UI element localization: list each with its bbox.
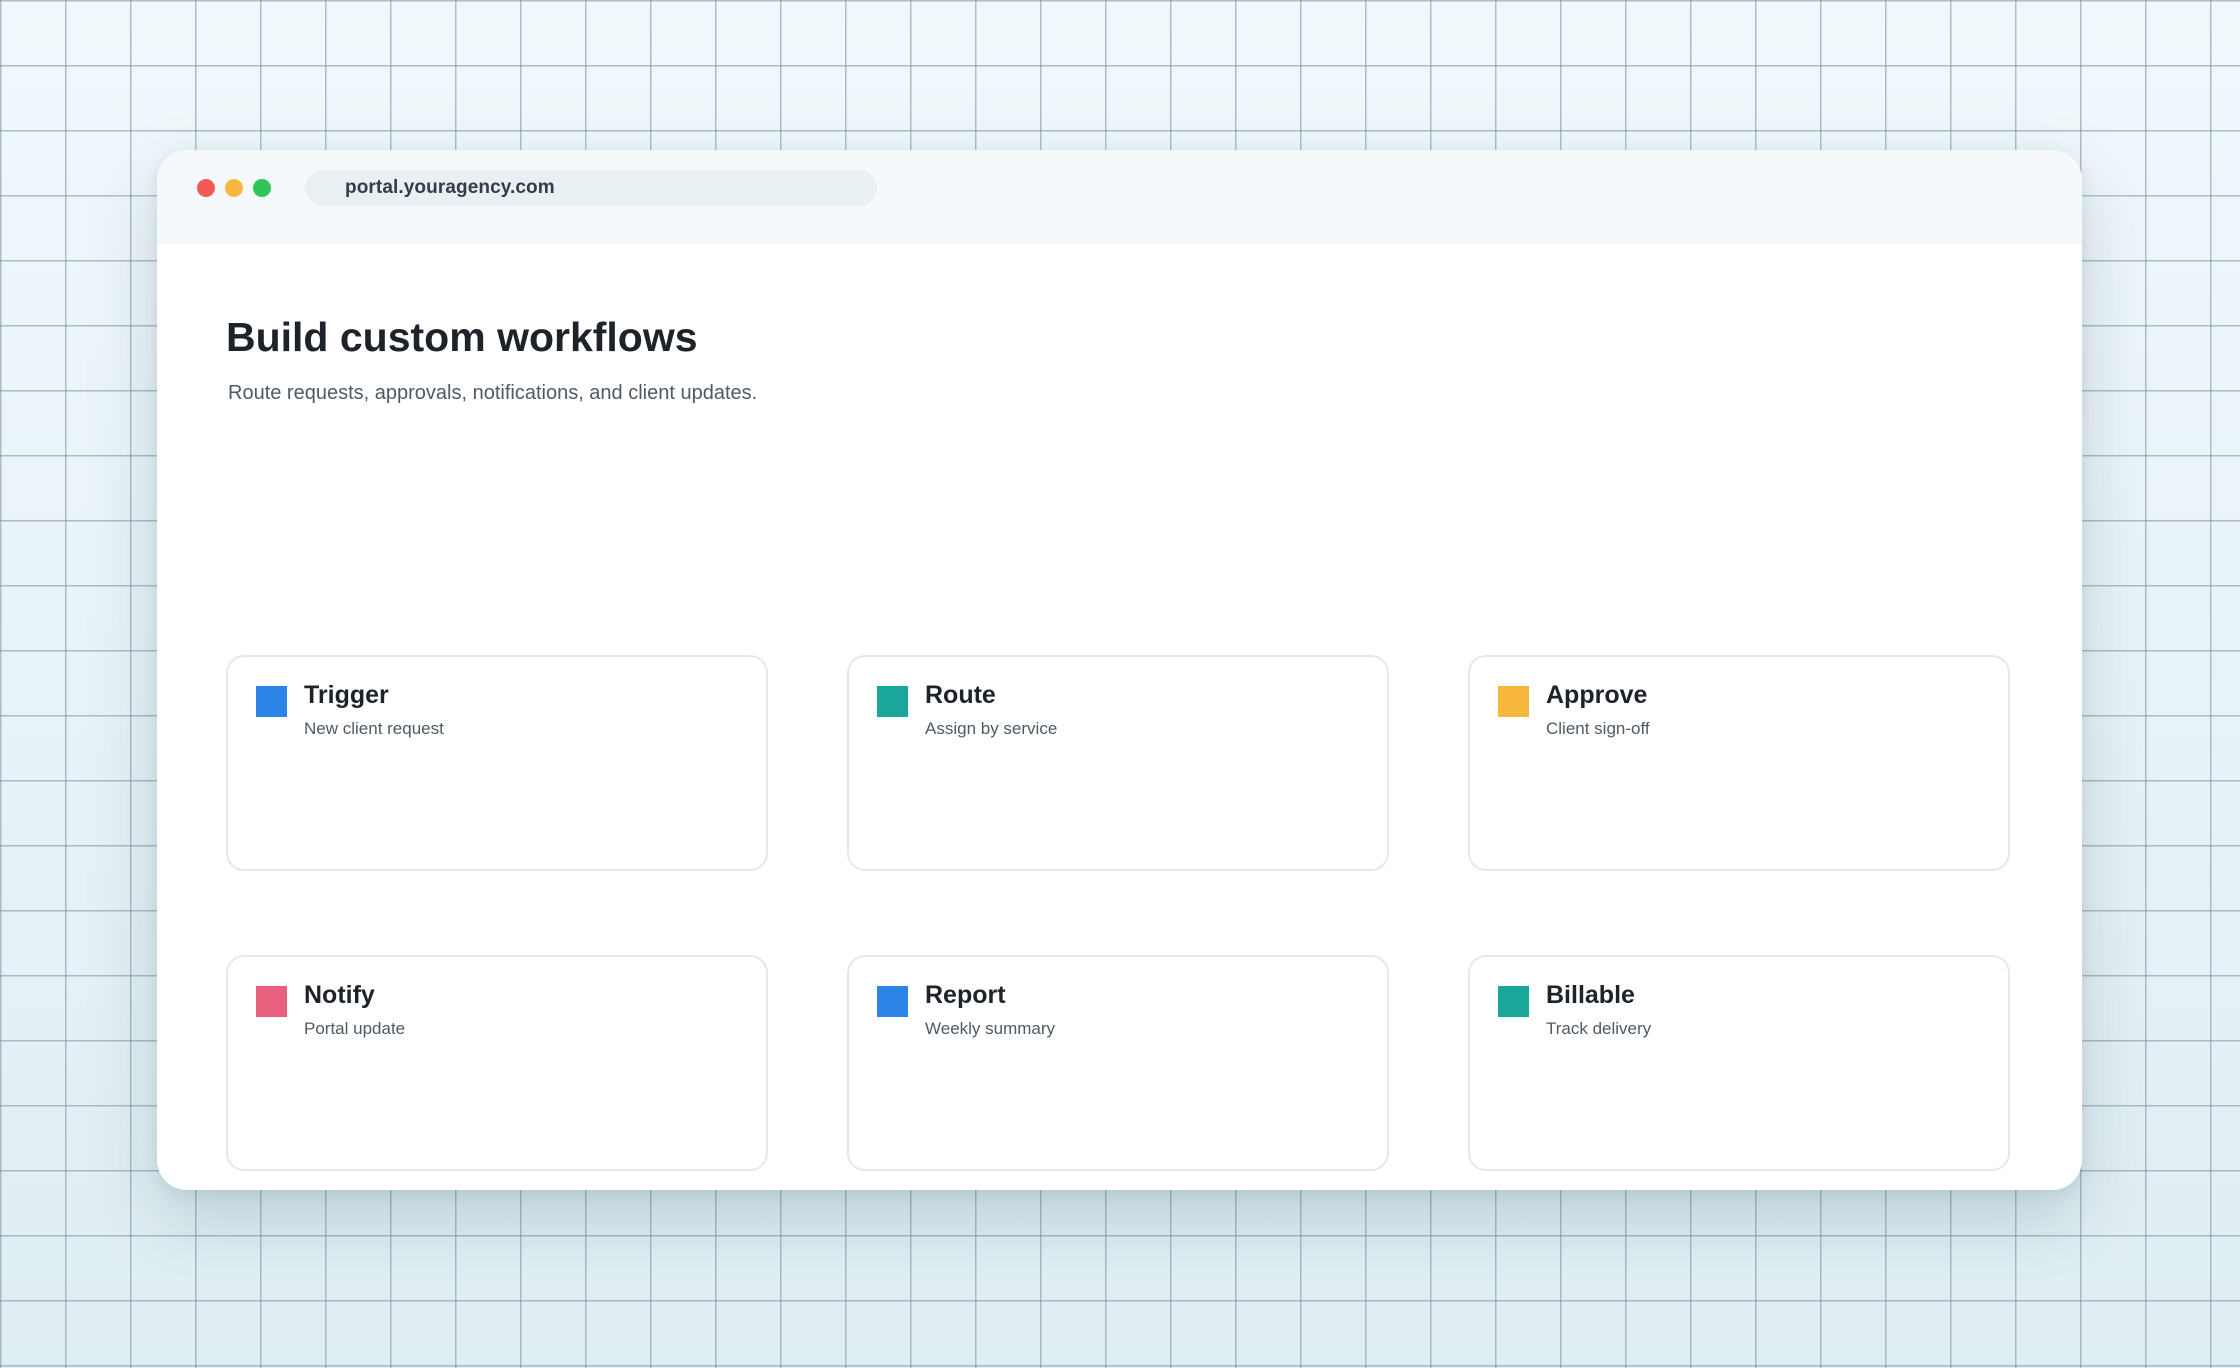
maximize-window-button[interactable] <box>253 179 271 197</box>
card-subtitle: Track delivery <box>1546 1019 1652 1038</box>
browser-window: portal.youragency.com Build custom workf… <box>157 150 2082 1190</box>
card-subtitle: Assign by service <box>925 719 1058 738</box>
page-subtitle: Route requests, approvals, notifications… <box>228 382 758 404</box>
address-bar[interactable]: portal.youragency.com <box>305 170 877 206</box>
browser-titlebar: portal.youragency.com <box>157 150 2082 244</box>
card-title: Report <box>925 981 1006 1009</box>
close-window-button[interactable] <box>197 179 215 197</box>
card-title: Approve <box>1546 681 1648 709</box>
card-title: Notify <box>304 981 375 1009</box>
card-title: Trigger <box>304 681 389 709</box>
workflow-card-notify[interactable]: Notify Portal update <box>226 955 768 1171</box>
report-color-swatch <box>877 986 908 1017</box>
approve-color-swatch <box>1498 686 1529 717</box>
address-bar-url: portal.youragency.com <box>345 177 555 198</box>
billable-color-swatch <box>1498 986 1529 1017</box>
trigger-color-swatch <box>256 686 287 717</box>
card-subtitle: Weekly summary <box>925 1019 1056 1038</box>
workflow-card-trigger[interactable]: Trigger New client request <box>226 655 768 871</box>
card-subtitle: New client request <box>304 719 444 738</box>
workflow-card-route[interactable]: Route Assign by service <box>847 655 1389 871</box>
route-color-swatch <box>877 686 908 717</box>
minimize-window-button[interactable] <box>225 179 243 197</box>
notify-color-swatch <box>256 986 287 1017</box>
workflow-card-billable[interactable]: Billable Track delivery <box>1468 955 2010 1171</box>
workflow-card-approve[interactable]: Approve Client sign-off <box>1468 655 2010 871</box>
workflow-card-report[interactable]: Report Weekly summary <box>847 955 1389 1171</box>
card-title: Billable <box>1546 981 1635 1009</box>
card-subtitle: Client sign-off <box>1546 719 1650 738</box>
card-title: Route <box>925 681 996 709</box>
card-subtitle: Portal update <box>304 1019 406 1038</box>
page-title: Build custom workflows <box>226 314 698 360</box>
